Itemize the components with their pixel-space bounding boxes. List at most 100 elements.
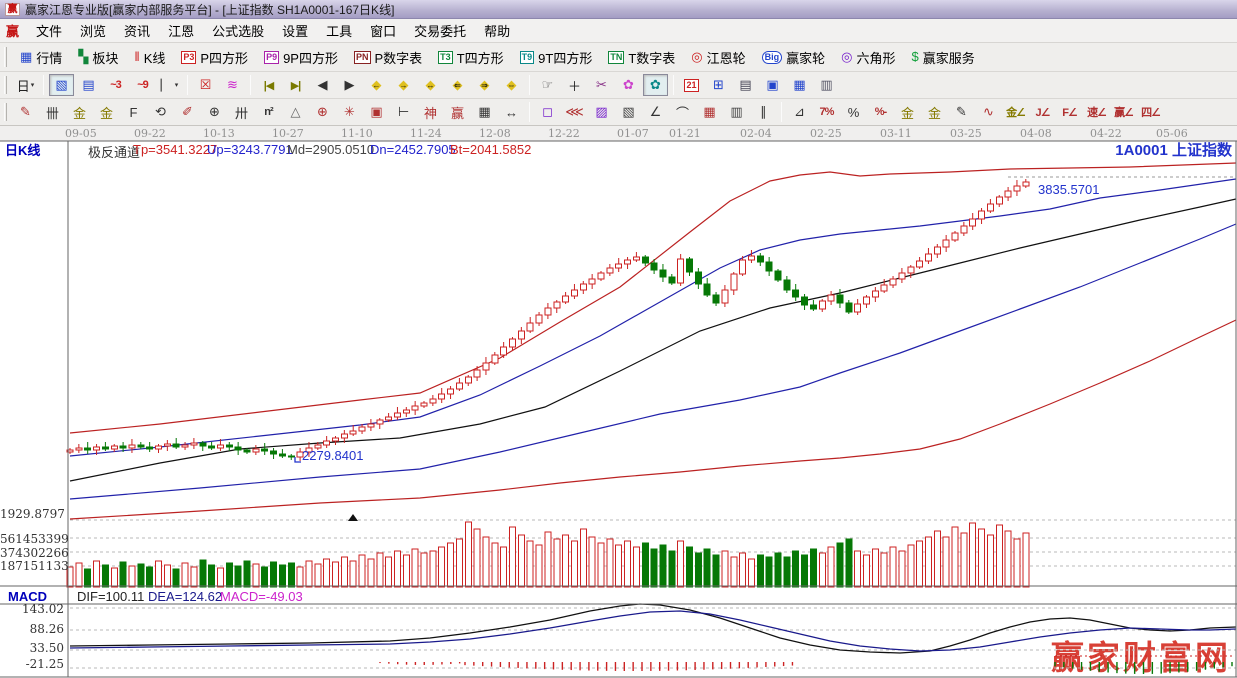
menu-item-2[interactable]: 资讯 [115, 19, 159, 42]
compress-both-button[interactable]: ◆⇔ [499, 74, 524, 96]
titlebar[interactable]: 赢 赢家江恩专业版[赢家内部服务平台] - [上证指数 SH1A0001-167… [0, 0, 1237, 19]
p9-square-button[interactable]: P99P四方形 [256, 45, 346, 69]
gann-brain-button[interactable]: ✿ [616, 74, 641, 96]
t9-square-button[interactable]: T99T四方形 [512, 45, 601, 69]
p-square-button[interactable]: P3P四方形 [173, 45, 256, 69]
menu-logo-icon: 赢 [6, 21, 19, 40]
info-list-button[interactable]: ▤ [76, 74, 101, 96]
speed-fan-tool[interactable]: ⋘ [562, 101, 587, 123]
notes-button[interactable]: ▤ [733, 74, 758, 96]
hatch-region-tool[interactable]: ▧ [616, 101, 641, 123]
percent7-tool[interactable]: 7% [814, 101, 839, 123]
gann-circle-tool[interactable]: ⊕ [202, 101, 227, 123]
p-number-button[interactable]: PNP数字表 [346, 45, 430, 69]
compress-right-button[interactable]: ◆⇒ [472, 74, 497, 96]
scale-tool[interactable]: ⊿ [787, 101, 812, 123]
spiral-tool[interactable]: ⟲ [148, 101, 173, 123]
color-kline-button[interactable]: ≋ [220, 74, 245, 96]
menu-item-6[interactable]: 工具 [317, 19, 361, 42]
region-select-tool[interactable]: ◻ [535, 101, 560, 123]
gold-grid2-tool[interactable]: 金 [94, 101, 119, 123]
hand-tool-button[interactable]: ☞ [535, 74, 560, 96]
winner-service-button[interactable]: $赢家服务 [904, 45, 983, 69]
compress-left-button[interactable]: ◆⇐ [445, 74, 470, 96]
menu-item-8[interactable]: 交易委托 [405, 19, 475, 42]
wave-tool[interactable]: ∿ [976, 101, 1001, 123]
number-table-tool[interactable]: ▦ [472, 101, 497, 123]
menu-item-0[interactable]: 文件 [27, 19, 71, 42]
menu-item-1[interactable]: 浏览 [71, 19, 115, 42]
kline-button[interactable]: ‖K线 [126, 45, 173, 69]
next-button[interactable]: ▶ [337, 74, 362, 96]
win-angle-tool[interactable]: 赢∠ [1111, 101, 1136, 123]
shade-region-tool[interactable]: ▨ [589, 101, 614, 123]
menu-item-7[interactable]: 窗口 [361, 19, 405, 42]
brush-tool[interactable]: ✎ [949, 101, 974, 123]
calendar-button[interactable]: 21 [679, 74, 704, 96]
grid-tool[interactable]: ▦ [697, 101, 722, 123]
mirror-tool[interactable]: △ [283, 101, 308, 123]
f-angle-tool[interactable]: F∠ [1057, 101, 1082, 123]
t-square-button[interactable]: T3T四方形 [430, 45, 511, 69]
percent-tool[interactable]: % [841, 101, 866, 123]
pattern-view-button[interactable]: ▧ [49, 74, 74, 96]
gann-wheel-button[interactable]: ◎江恩轮 [683, 45, 753, 69]
menu-item-5[interactable]: 设置 [273, 19, 317, 42]
hexagon-button[interactable]: ◎六角形 [833, 45, 903, 69]
width-measure-tool[interactable]: ↔ [499, 101, 524, 123]
gold-grid-tool[interactable]: 金 [67, 101, 92, 123]
first-page-button[interactable]: |◀ [256, 74, 281, 96]
winner-gann-tool[interactable]: 赢 [445, 101, 470, 123]
j-angle-tool[interactable]: J∠ [1030, 101, 1055, 123]
winner-brain-button[interactable]: ✿ [643, 74, 668, 96]
four-angle-tool[interactable]: 四∠ [1138, 101, 1163, 123]
speed-angle-tool[interactable]: 速∠ [1084, 101, 1109, 123]
calculator-button[interactable]: ⊞ [706, 74, 731, 96]
percent-gold-tool[interactable]: %- [868, 101, 893, 123]
save-button[interactable]: ▣ [760, 74, 785, 96]
candle-style-button[interactable]: ⎸▾ [157, 74, 182, 96]
gold-line-tool[interactable]: 金 [922, 101, 947, 123]
first-page-button-icon: |◀ [264, 79, 274, 92]
angle-tool[interactable]: ∠ [643, 101, 668, 123]
chart-panel[interactable]: 09-0509-2210-1310-2711-1011-2412-0812-22… [0, 126, 1237, 678]
t-square-button-label: T四方形 [457, 48, 504, 67]
kline-period-button[interactable]: 日▾ [13, 74, 38, 96]
menu-item-3[interactable]: 江恩 [159, 19, 203, 42]
t-number-button[interactable]: TNT数字表 [600, 45, 683, 69]
pencil-tool[interactable]: ✎ [13, 101, 38, 123]
parallel-tool[interactable]: ∥ [751, 101, 776, 123]
prev-button[interactable]: ◀ [310, 74, 335, 96]
zoom-right-button[interactable]: ◆→ [391, 74, 416, 96]
gold-circle-tool[interactable]: 金 [895, 101, 920, 123]
dense-grid-tool[interactable]: ▥ [724, 101, 749, 123]
gann-grid-tool[interactable]: 卌 [40, 101, 65, 123]
crosshair-button[interactable]: ＋ [562, 74, 587, 96]
wheel-tool[interactable]: ⊕ [310, 101, 335, 123]
wave3-button[interactable]: ~3 [103, 74, 128, 96]
pattern-x-button[interactable]: ☒ [193, 74, 218, 96]
menu-item-9[interactable]: 帮助 [475, 19, 519, 42]
square-number-tool[interactable]: n² [256, 101, 281, 123]
zoom-left-button[interactable]: ◆← [364, 74, 389, 96]
last-page-button[interactable]: ▶| [283, 74, 308, 96]
quotes-button[interactable]: ▦行情 [12, 45, 70, 69]
ray-tool[interactable]: ✐ [175, 101, 200, 123]
sectors-button[interactable]: ▚板块 [70, 45, 126, 69]
magic-gann-tool[interactable]: 神 [418, 101, 443, 123]
arc-tool-icon: ⌒ [676, 103, 689, 122]
wave9-button[interactable]: ~9 [130, 74, 155, 96]
gold-angle-tool[interactable]: 金∠ [1003, 101, 1028, 123]
winner-wheel-button[interactable]: Big赢家轮 [754, 45, 834, 69]
export-button[interactable]: ▦ [787, 74, 812, 96]
square-spiral-tool[interactable]: ▣ [364, 101, 389, 123]
arc-tool[interactable]: ⌒ [670, 101, 695, 123]
star-tool[interactable]: ✳ [337, 101, 362, 123]
fibonacci-tool[interactable]: F [121, 101, 146, 123]
cut-button[interactable]: ✂ [589, 74, 614, 96]
print-button[interactable]: ▥ [814, 74, 839, 96]
measure-tool[interactable]: ⊢ [391, 101, 416, 123]
price-grid-tool[interactable]: 卅 [229, 101, 254, 123]
menu-item-4[interactable]: 公式选股 [203, 19, 273, 42]
zoom-both-button[interactable]: ◆↔ [418, 74, 443, 96]
